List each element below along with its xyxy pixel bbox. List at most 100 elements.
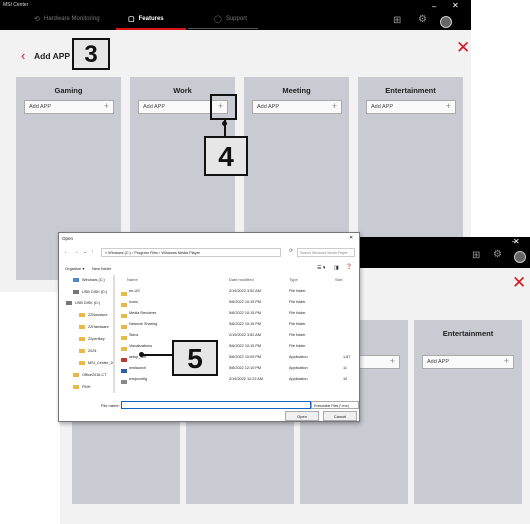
gear-icon[interactable]: ⚙	[418, 14, 427, 25]
tree-item[interactable]: USB DISK (D:)	[66, 301, 100, 305]
add-app-label: Add APP	[371, 104, 394, 110]
step-5-connector	[142, 354, 174, 356]
file-name: Icons	[129, 300, 139, 304]
second-close-icon[interactable]: ✕	[512, 274, 526, 291]
gear-icon[interactable]: ⚙	[493, 249, 502, 260]
step-4-highlight	[210, 94, 237, 120]
minimize-button[interactable]: –	[432, 2, 436, 11]
file-type: File folder	[289, 300, 306, 304]
tree-item[interactable]: 22Hardware	[79, 325, 109, 329]
refresh-icon[interactable]: ⟳	[289, 248, 293, 254]
file-date: 5/6/2022 10:15 PM	[229, 311, 262, 315]
tree-label: PMH	[82, 385, 91, 389]
open-button[interactable]: Open	[285, 411, 319, 421]
file-row[interactable]: wmlaunch 5/6/2022 12:10 PM Application 1…	[121, 363, 347, 373]
new-folder-button[interactable]: New folder	[92, 266, 111, 271]
column-size[interactable]: Size	[335, 277, 343, 282]
step-5-callout: 5	[172, 340, 218, 376]
tab-divider	[188, 28, 258, 29]
add-app-button[interactable]: Add APP +	[24, 100, 114, 114]
tree-item[interactable]: 22perfkey	[79, 337, 105, 341]
file-name: Media Renderer	[129, 311, 157, 315]
file-row[interactable]: en-US 2/19/2022 3:52 AM File folder	[121, 286, 341, 296]
tab-label: Support	[225, 16, 247, 22]
add-app-button[interactable]: Add APP +	[422, 355, 514, 369]
add-app-label: Add APP	[143, 104, 166, 110]
file-type: File folder	[289, 311, 306, 315]
help-icon[interactable]: ❓	[346, 264, 352, 270]
file-name-label: File name:	[101, 403, 120, 408]
file-type-value: Executable Files (*.exe)	[314, 403, 349, 408]
file-date: 5/6/2022 10:15 PM	[229, 344, 262, 348]
avatar[interactable]	[440, 16, 452, 28]
tree-item[interactable]: 2024	[79, 349, 96, 353]
preview-pane-icon[interactable]: ◨	[334, 265, 339, 271]
tree-label: USB DISK (D:)	[82, 290, 108, 294]
grid-icon[interactable]: ⊞	[393, 15, 401, 26]
add-app-button[interactable]: Add APP +	[252, 100, 342, 114]
file-name: Visualizations	[129, 344, 153, 348]
up-arrow-icon[interactable]: ↑	[91, 249, 94, 255]
tree-label: MSI_Center_20	[88, 361, 115, 365]
tree-item[interactable]: Office2016-CT	[73, 373, 107, 377]
add-app-label: Add APP	[29, 104, 52, 110]
app-title: MSI Center	[3, 2, 29, 8]
view-options-icon[interactable]: ☰ ▾	[317, 265, 325, 271]
file-type: Application	[289, 366, 308, 370]
category-title: Entertainment	[442, 329, 494, 338]
tab-features[interactable]: ▢ Features	[128, 15, 164, 23]
plus-icon: +	[445, 101, 451, 111]
file-type: File folder	[289, 344, 306, 348]
tree-label: 2024	[88, 349, 97, 353]
file-row[interactable]: Icons 5/6/2022 10:15 PM File folder	[121, 297, 341, 307]
column-name[interactable]: Name	[127, 277, 138, 282]
cancel-button[interactable]: Cancel	[323, 411, 357, 421]
tree-label: 22Hardware	[88, 325, 109, 329]
dialog-close-button[interactable]: ✕	[349, 235, 353, 241]
file-size: 1,87	[343, 355, 351, 359]
address-bar[interactable]: « Windows (C:) › Program Files › Windows…	[101, 248, 281, 257]
forward-arrow-icon[interactable]: →	[74, 249, 79, 255]
tree-item[interactable]: USB DISK (D:)	[73, 290, 107, 294]
open-file-dialog: Open ✕ ← → ⌄ ↑ « Windows (C:) › Program …	[58, 232, 360, 422]
file-row[interactable]: wmpconfig 2/19/2022 12:22 AM Application…	[121, 374, 347, 384]
file-row[interactable]: Skins 2/19/2022 3:52 AM File folder	[121, 330, 341, 340]
tree-item[interactable]: PMH	[73, 385, 90, 389]
close-icon[interactable]: ✕	[456, 39, 470, 56]
file-size: 11	[343, 366, 347, 370]
tab-hardware-monitoring[interactable]: ⟲ Hardware Monitoring	[34, 15, 100, 23]
file-date: 2/19/2022 3:52 AM	[229, 333, 261, 337]
file-name-input[interactable]	[121, 401, 311, 409]
tree-item[interactable]: MSI_Center_20	[79, 361, 115, 365]
page-title: Add APP	[34, 51, 71, 61]
close-window-button[interactable]: ✕	[452, 1, 459, 10]
plus-icon: +	[331, 101, 337, 111]
tab-label: Features	[138, 16, 164, 22]
second-close-window-button[interactable]: ✕	[513, 237, 520, 246]
file-row[interactable]: Network Sharing 5/6/2022 10:15 PM File f…	[121, 319, 341, 329]
tree-item[interactable]: Windows (C:)	[73, 278, 105, 282]
tree-scrollbar[interactable]	[113, 275, 115, 393]
grid-icon[interactable]: ⊞	[472, 250, 480, 261]
file-date: 5/6/2022 10:15 PM	[229, 300, 262, 304]
tree-item[interactable]: 22Nonstore	[79, 313, 108, 317]
organize-button[interactable]: Organize ▾	[65, 266, 84, 271]
file-name: Network Sharing	[129, 322, 158, 326]
file-type-select[interactable]: Executable Files (*.exe)	[311, 401, 359, 409]
column-type[interactable]: Type	[289, 277, 298, 282]
dropdown-icon[interactable]: ⌄	[83, 249, 87, 255]
breadcrumb: « Windows (C:) › Program Files › Windows…	[105, 251, 200, 255]
file-row[interactable]: Visualizations 5/6/2022 10:15 PM File fo…	[121, 341, 341, 351]
plus-icon: +	[503, 356, 509, 366]
file-row[interactable]: Media Renderer 5/6/2022 10:15 PM File fo…	[121, 308, 341, 318]
file-date: 5/6/2022 12:10 PM	[229, 366, 262, 370]
back-chevron-icon[interactable]: ‹	[21, 48, 25, 63]
support-icon: ◯	[214, 16, 222, 23]
avatar[interactable]	[514, 251, 526, 263]
tab-support[interactable]: ◯ Support	[214, 15, 247, 23]
step-4-callout: 4	[204, 136, 248, 176]
back-arrow-icon[interactable]: ←	[64, 249, 69, 255]
search-input[interactable]: Search Windows Media Player	[297, 248, 355, 257]
column-date[interactable]: Date modified	[229, 277, 254, 282]
add-app-button[interactable]: Add APP +	[366, 100, 456, 114]
